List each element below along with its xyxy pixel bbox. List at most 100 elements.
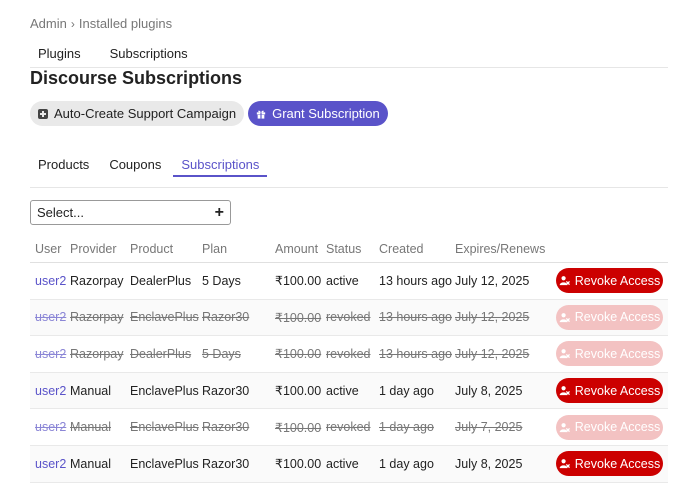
breadcrumb-root[interactable]: Admin <box>30 16 67 31</box>
plan-cell: 5 Days <box>202 273 241 288</box>
breadcrumb-current[interactable]: Installed plugins <box>79 16 172 31</box>
amount-cell: ₹100.00 <box>275 274 322 289</box>
subscriptions-table: User Provider Product Plan Amount Status… <box>30 236 668 483</box>
status-cell: active <box>326 456 359 471</box>
created-cell: 13 hours ago <box>379 273 452 288</box>
table-row: user2 Razorpay EnclavePlus Razor30 ₹100.… <box>30 299 668 337</box>
status-cell: revoked <box>326 346 371 361</box>
product-cell: EnclavePlus <box>130 310 199 325</box>
table-row: user2 Manual EnclavePlus Razor30 ₹100.00… <box>30 372 668 410</box>
plan-cell: Razor30 <box>202 310 250 325</box>
grant-subscription-label: Grant Subscription <box>272 106 380 121</box>
product-cell: DealerPlus <box>130 273 192 288</box>
column-header-amount: Amount <box>275 242 319 256</box>
table-row: user2 Manual EnclavePlus Razor30 ₹100.00… <box>30 409 668 446</box>
user-link[interactable]: user2 <box>35 347 66 361</box>
provider-cell: Razorpay <box>70 310 124 325</box>
plus-icon: + <box>214 203 224 221</box>
nav-plugins[interactable]: Plugins <box>30 46 89 67</box>
user-link[interactable]: user2 <box>35 384 66 398</box>
tab-products[interactable]: Products <box>30 156 97 177</box>
revoke-access-label: Revoke Access <box>574 383 661 398</box>
product-cell: EnclavePlus <box>130 456 199 471</box>
provider-cell: Manual <box>70 383 111 398</box>
provider-cell: Razorpay <box>70 346 124 361</box>
revoke-access-button[interactable]: Revoke Access <box>556 378 663 404</box>
product-cell: EnclavePlus <box>130 383 199 398</box>
column-header-expires: Expires/Renews <box>455 242 546 256</box>
revoke-access-label: Revoke Access <box>574 310 661 325</box>
amount-cell: ₹100.00 <box>275 457 322 472</box>
expires-cell: July 12, 2025 <box>455 310 530 325</box>
user-select[interactable]: Select... + <box>30 200 231 225</box>
tab-coupons[interactable]: Coupons <box>101 156 169 177</box>
created-cell: 13 hours ago <box>379 310 452 325</box>
user-link[interactable]: user2 <box>35 457 66 471</box>
user-xmark-icon <box>559 386 570 396</box>
column-header-user: User <box>35 242 62 256</box>
user-xmark-icon <box>559 312 570 322</box>
provider-cell: Manual <box>70 420 111 435</box>
revoke-access-button[interactable]: Revoke Access <box>556 268 663 294</box>
plan-cell: 5 Days <box>202 346 241 361</box>
user-select-value: Select... <box>37 205 84 220</box>
amount-cell: ₹100.00 <box>275 420 322 435</box>
plan-cell: Razor30 <box>202 420 250 435</box>
expires-cell: July 7, 2025 <box>455 420 523 435</box>
revoke-access-label: Revoke Access <box>574 456 661 471</box>
revoke-access-label: Revoke Access <box>574 273 661 288</box>
sub-nav: Products Coupons Subscriptions <box>30 156 668 188</box>
revoke-access-label: Revoke Access <box>574 346 661 361</box>
revoke-access-button: Revoke Access <box>556 341 663 367</box>
breadcrumb: Admin › Installed plugins <box>30 16 172 31</box>
column-header-plan: Plan <box>202 242 228 256</box>
revoke-access-button[interactable]: Revoke Access <box>556 451 663 477</box>
user-xmark-icon <box>559 276 570 286</box>
action-buttons: Auto-Create Support Campaign Grant Subsc… <box>30 101 388 126</box>
status-cell: active <box>326 383 359 398</box>
column-header-provider: Provider <box>70 242 117 256</box>
page-title: Discourse Subscriptions <box>30 68 243 88</box>
expires-cell: July 8, 2025 <box>455 383 523 398</box>
nav-subscriptions[interactable]: Subscriptions <box>102 46 196 67</box>
provider-cell: Razorpay <box>70 273 124 288</box>
expires-cell: July 12, 2025 <box>455 273 530 288</box>
expires-cell: July 8, 2025 <box>455 456 523 471</box>
product-cell: EnclavePlus <box>130 420 199 435</box>
provider-cell: Manual <box>70 456 111 471</box>
column-header-product: Product <box>130 242 174 256</box>
plan-cell: Razor30 <box>202 456 250 471</box>
status-cell: active <box>326 273 359 288</box>
amount-cell: ₹100.00 <box>275 310 322 325</box>
revoke-access-button: Revoke Access <box>556 414 663 440</box>
revoke-access-label: Revoke Access <box>574 420 661 435</box>
plus-square-icon <box>38 108 48 119</box>
user-xmark-icon <box>559 422 570 432</box>
user-link[interactable]: user2 <box>35 274 66 288</box>
table-row: user2 Razorpay DealerPlus 5 Days ₹100.00… <box>30 336 668 373</box>
expires-cell: July 12, 2025 <box>455 346 530 361</box>
user-link[interactable]: user2 <box>35 420 66 434</box>
status-cell: revoked <box>326 420 371 435</box>
grant-subscription-button[interactable]: Grant Subscription <box>248 101 388 126</box>
auto-create-campaign-button[interactable]: Auto-Create Support Campaign <box>30 101 245 126</box>
auto-create-campaign-label: Auto-Create Support Campaign <box>54 106 237 121</box>
created-cell: 1 day ago <box>379 383 434 398</box>
user-xmark-icon <box>559 349 570 359</box>
amount-cell: ₹100.00 <box>275 384 322 399</box>
status-cell: revoked <box>326 310 371 325</box>
created-cell: 13 hours ago <box>379 346 452 361</box>
column-header-status: Status <box>326 242 362 256</box>
user-link[interactable]: user2 <box>35 310 66 324</box>
table-row: user2 Razorpay DealerPlus 5 Days ₹100.00… <box>30 263 668 300</box>
column-header-created: Created <box>379 242 424 256</box>
tab-subscriptions[interactable]: Subscriptions <box>173 156 268 177</box>
chevron-right-icon: › <box>70 16 75 31</box>
amount-cell: ₹100.00 <box>275 347 322 362</box>
created-cell: 1 day ago <box>379 456 434 471</box>
product-cell: DealerPlus <box>130 346 192 361</box>
revoke-access-button: Revoke Access <box>556 304 663 330</box>
table-header: User Provider Product Plan Amount Status… <box>30 236 668 263</box>
plan-cell: Razor30 <box>202 383 250 398</box>
user-xmark-icon <box>559 459 570 469</box>
